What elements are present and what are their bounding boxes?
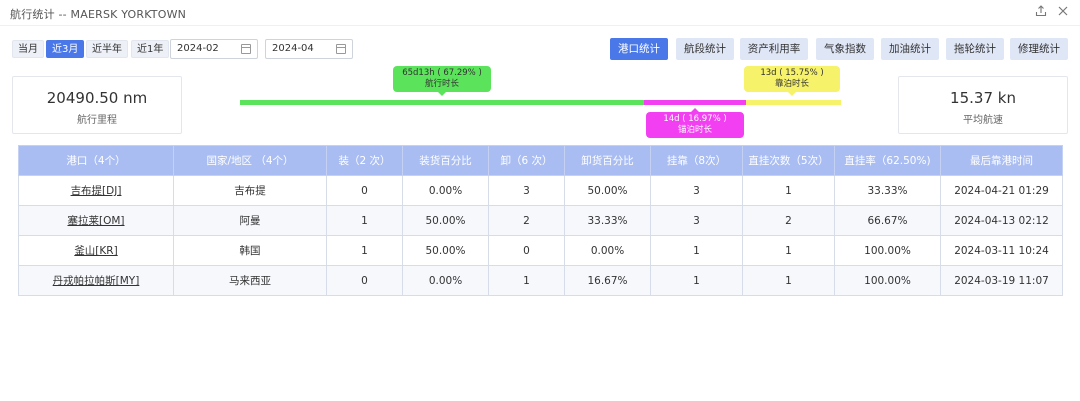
port-link[interactable]: 塞拉莱[OM] xyxy=(67,215,124,227)
start-date-field[interactable]: 2024-02 xyxy=(170,39,258,59)
table-cell: 1 xyxy=(326,205,403,236)
sailing-time-tooltip: 65d13h ( 67.29% ) 航行时长 xyxy=(393,66,491,96)
table-cell: 1 xyxy=(742,235,835,266)
voyage-time-bar: 65d13h ( 67.29% ) 航行时长 14d ( 16.97% ) 锚泊… xyxy=(240,64,841,140)
table-cell: 0 xyxy=(326,265,403,296)
port-link[interactable]: 吉布提[DJ] xyxy=(71,185,122,197)
table-cell: 100.00% xyxy=(834,235,941,266)
table-header-row: 港口（4个） 国家/地区 （4个） 装（2 次） 装货百分比 卸（6 次） 卸货… xyxy=(18,145,1063,176)
distance-label: 航行里程 xyxy=(77,115,117,126)
table-cell: 0.00% xyxy=(402,175,489,206)
table-cell: 50.00% xyxy=(564,175,651,206)
table-row: 塞拉莱[OM] 阿曼 1 50.00% 2 33.33% 3 2 66.67% … xyxy=(18,205,1063,236)
table-cell: 0 xyxy=(326,175,403,206)
table-cell: 1 xyxy=(488,265,565,296)
header-direct-rate[interactable]: 直挂率（62.50%) xyxy=(834,145,941,176)
table-cell: 33.33% xyxy=(834,175,941,206)
table-cell: 2024-04-13 02:12 xyxy=(940,205,1063,236)
port-stats-table: 港口（4个） 国家/地区 （4个） 装（2 次） 装货百分比 卸（6 次） 卸货… xyxy=(18,145,1063,296)
table-cell: 0 xyxy=(488,235,565,266)
table-cell: 3 xyxy=(650,205,743,236)
tab-weather-index[interactable]: 气象指数 xyxy=(816,38,874,60)
table-cell: 2024-03-11 10:24 xyxy=(940,235,1063,266)
table-cell: 韩国 xyxy=(173,235,327,266)
port-link[interactable]: 丹戎帕拉帕斯[MY] xyxy=(53,275,140,287)
anchoring-time-tooltip: 14d ( 16.97% ) 锚泊时长 xyxy=(646,108,744,138)
table-cell: 16.67% xyxy=(564,265,651,296)
anchoring-segment xyxy=(644,100,746,105)
sailing-segment xyxy=(240,100,644,105)
tab-segment-stats[interactable]: 航段统计 xyxy=(676,38,734,60)
header-calls[interactable]: 挂靠（8次） xyxy=(650,145,743,176)
range-3-months-button[interactable]: 近3月 xyxy=(46,40,85,58)
table-cell: 50.00% xyxy=(402,205,489,236)
table-row: 釜山[KR] 韩国 1 50.00% 0 0.00% 1 1 100.00% 2… xyxy=(18,235,1063,266)
header-discharge[interactable]: 卸（6 次） xyxy=(488,145,565,176)
header-load[interactable]: 装（2 次） xyxy=(326,145,403,176)
export-icon[interactable] xyxy=(1034,5,1048,19)
tab-fuel-stats[interactable]: 加油统计 xyxy=(881,38,939,60)
table-cell: 2024-03-19 11:07 xyxy=(940,265,1063,296)
table-cell: 阿曼 xyxy=(173,205,327,236)
table-cell: 100.00% xyxy=(834,265,941,296)
table-cell: 吉布提 xyxy=(173,175,327,206)
berthing-time-value: 13d ( 15.75% ) xyxy=(760,68,824,78)
range-current-month-button[interactable]: 当月 xyxy=(12,40,44,58)
toolbar: 当月 近3月 近半年 近1年 2024-02 2024-04 港口统计 航段统计… xyxy=(0,38,1080,62)
berthing-segment xyxy=(746,100,841,105)
range-half-year-button[interactable]: 近半年 xyxy=(86,40,128,58)
tab-tug-stats[interactable]: 拖轮统计 xyxy=(946,38,1004,60)
distance-value: 20490.50 nm xyxy=(46,89,148,107)
end-date-field[interactable]: 2024-04 xyxy=(265,39,353,59)
header-load-pct[interactable]: 装货百分比 xyxy=(402,145,489,176)
header-port[interactable]: 港口（4个） xyxy=(18,145,174,176)
distance-card: 20490.50 nm 航行里程 xyxy=(12,76,182,134)
table-cell: 1 xyxy=(742,265,835,296)
anchoring-time-value: 14d ( 16.97% ) xyxy=(663,114,727,124)
header-discharge-pct[interactable]: 卸货百分比 xyxy=(564,145,651,176)
table-cell: 1 xyxy=(326,235,403,266)
end-date-value: 2024-04 xyxy=(272,43,314,54)
table-cell: 1 xyxy=(650,235,743,266)
window-title: 航行统计 -- MAERSK YORKTOWN xyxy=(10,8,187,21)
tab-repair-stats[interactable]: 修理统计 xyxy=(1010,38,1068,60)
window-titlebar: 航行统计 -- MAERSK YORKTOWN xyxy=(0,0,1080,26)
table-cell: 马来西亚 xyxy=(173,265,327,296)
calendar-icon xyxy=(336,44,346,54)
table-cell: 0.00% xyxy=(564,235,651,266)
table-cell: 66.67% xyxy=(834,205,941,236)
berthing-time-tooltip: 13d ( 15.75% ) 靠泊时长 xyxy=(744,66,840,96)
start-date-value: 2024-02 xyxy=(177,43,219,54)
speed-card: 15.37 kn 平均航速 xyxy=(898,76,1068,134)
berthing-time-label: 靠泊时长 xyxy=(774,79,809,89)
range-1-year-button[interactable]: 近1年 xyxy=(131,40,170,58)
table-cell: 3 xyxy=(650,175,743,206)
port-link[interactable]: 釜山[KR] xyxy=(74,245,117,257)
table-cell: 2 xyxy=(488,205,565,236)
table-cell: 0.00% xyxy=(402,265,489,296)
header-country[interactable]: 国家/地区 （4个） xyxy=(173,145,327,176)
speed-label: 平均航速 xyxy=(963,115,1003,126)
table-cell: 3 xyxy=(488,175,565,206)
header-direct-calls[interactable]: 直挂次数（5次） xyxy=(742,145,835,176)
table-cell: 33.33% xyxy=(564,205,651,236)
table-cell: 50.00% xyxy=(402,235,489,266)
anchoring-time-label: 锚泊时长 xyxy=(677,125,712,135)
sailing-time-label: 航行时长 xyxy=(424,79,459,89)
table-cell: 2024-04-21 01:29 xyxy=(940,175,1063,206)
table-cell: 1 xyxy=(742,175,835,206)
speed-value: 15.37 kn xyxy=(950,89,1016,107)
table-row: 丹戎帕拉帕斯[MY] 马来西亚 0 0.00% 1 16.67% 1 1 100… xyxy=(18,265,1063,296)
table-cell: 1 xyxy=(650,265,743,296)
sailing-time-value: 65d13h ( 67.29% ) xyxy=(402,68,482,78)
table-row: 吉布提[DJ] 吉布提 0 0.00% 3 50.00% 3 1 33.33% … xyxy=(18,175,1063,206)
calendar-icon xyxy=(241,44,251,54)
header-last-call[interactable]: 最后靠港时间 xyxy=(940,145,1063,176)
table-cell: 2 xyxy=(742,205,835,236)
close-icon[interactable] xyxy=(1056,5,1070,19)
tab-asset-utilization[interactable]: 资产利用率 xyxy=(740,38,808,60)
tab-port-stats[interactable]: 港口统计 xyxy=(610,38,668,60)
